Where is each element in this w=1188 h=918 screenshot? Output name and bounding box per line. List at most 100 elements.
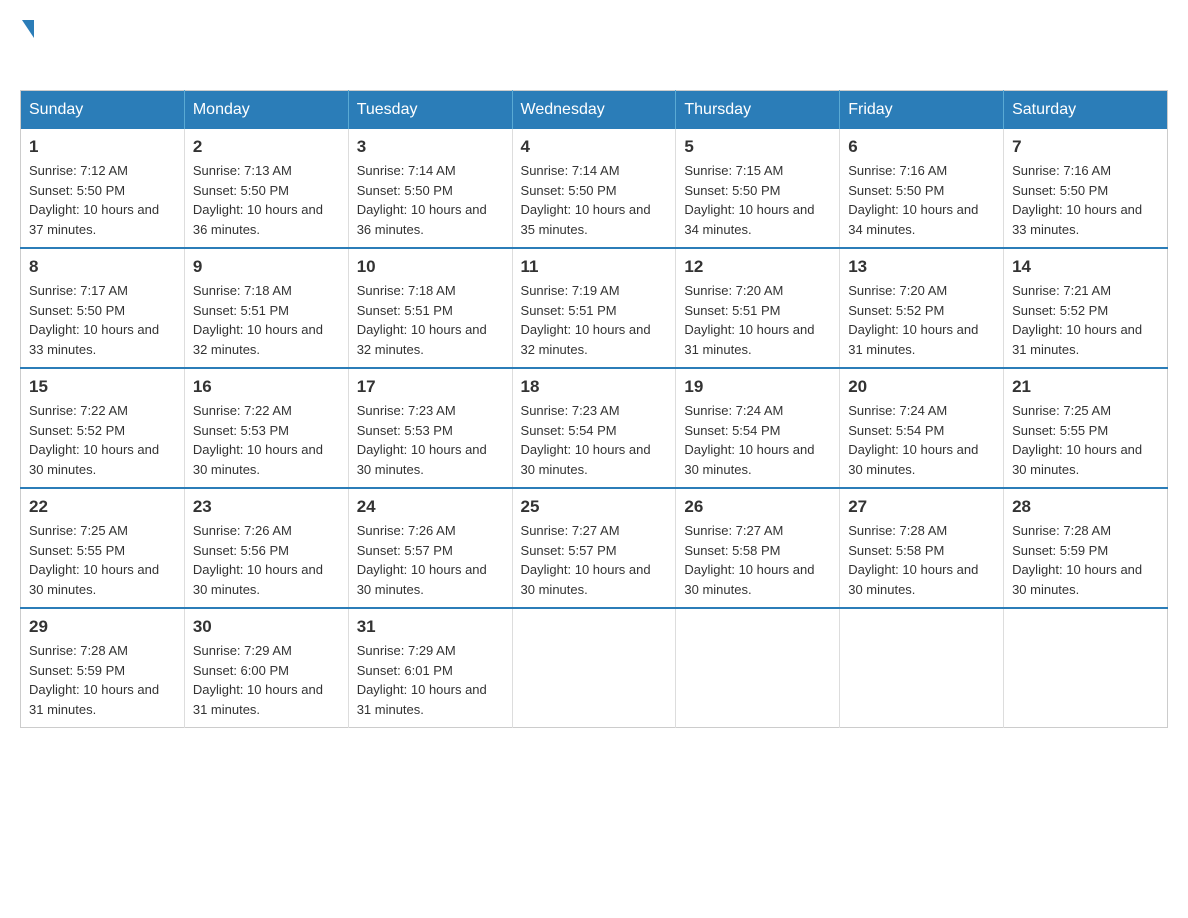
day-info: Sunrise: 7:28 AMSunset: 5:59 PMDaylight:… xyxy=(1012,521,1159,599)
day-number: 16 xyxy=(193,377,340,397)
day-info: Sunrise: 7:20 AMSunset: 5:51 PMDaylight:… xyxy=(684,281,831,359)
calendar-cell: 30Sunrise: 7:29 AMSunset: 6:00 PMDayligh… xyxy=(184,608,348,728)
header-sunday: Sunday xyxy=(21,91,185,130)
header-monday: Monday xyxy=(184,91,348,130)
day-number: 12 xyxy=(684,257,831,277)
header-wednesday: Wednesday xyxy=(512,91,676,130)
calendar-table: SundayMondayTuesdayWednesdayThursdayFrid… xyxy=(20,90,1168,728)
header-thursday: Thursday xyxy=(676,91,840,130)
day-info: Sunrise: 7:15 AMSunset: 5:50 PMDaylight:… xyxy=(684,161,831,239)
day-info: Sunrise: 7:22 AMSunset: 5:52 PMDaylight:… xyxy=(29,401,176,479)
header-friday: Friday xyxy=(840,91,1004,130)
calendar-cell: 15 Sunrise: 7:22 AMSunset: 5:52 PMDayligh… xyxy=(21,368,185,488)
logo xyxy=(20,20,34,70)
day-info: Sunrise: 7:25 AMSunset: 5:55 PMDaylight:… xyxy=(1012,401,1159,479)
calendar-cell xyxy=(840,608,1004,728)
day-info: Sunrise: 7:23 AMSunset: 5:54 PMDaylight:… xyxy=(521,401,668,479)
calendar-cell: 19 Sunrise: 7:24 AMSunset: 5:54 PMDayligh… xyxy=(676,368,840,488)
day-info: Sunrise: 7:22 AMSunset: 5:53 PMDaylight:… xyxy=(193,401,340,479)
day-number: 20 xyxy=(848,377,995,397)
day-number: 9 xyxy=(193,257,340,277)
calendar-cell: 12 Sunrise: 7:20 AMSunset: 5:51 PMDayligh… xyxy=(676,248,840,368)
day-info: Sunrise: 7:18 AMSunset: 5:51 PMDaylight:… xyxy=(357,281,504,359)
header-tuesday: Tuesday xyxy=(348,91,512,130)
day-info: Sunrise: 7:12 AMSunset: 5:50 PMDaylight:… xyxy=(29,161,176,239)
day-info: Sunrise: 7:16 AMSunset: 5:50 PMDaylight:… xyxy=(1012,161,1159,239)
day-number: 3 xyxy=(357,137,504,157)
day-info: Sunrise: 7:28 AMSunset: 5:59 PMDaylight:… xyxy=(29,641,176,719)
day-info: Sunrise: 7:29 AMSunset: 6:01 PMDaylight:… xyxy=(357,641,504,719)
calendar-cell xyxy=(1004,608,1168,728)
calendar-header-row: SundayMondayTuesdayWednesdayThursdayFrid… xyxy=(21,91,1168,130)
calendar-cell: 21 Sunrise: 7:25 AMSunset: 5:55 PMDayligh… xyxy=(1004,368,1168,488)
day-number: 26 xyxy=(684,497,831,517)
day-number: 31 xyxy=(357,617,504,637)
calendar-cell: 16 Sunrise: 7:22 AMSunset: 5:53 PMDayligh… xyxy=(184,368,348,488)
calendar-cell: 6Sunrise: 7:16 AMSunset: 5:50 PMDaylight… xyxy=(840,129,1004,248)
day-number: 27 xyxy=(848,497,995,517)
day-info: Sunrise: 7:20 AMSunset: 5:52 PMDaylight:… xyxy=(848,281,995,359)
calendar-cell: 31 Sunrise: 7:29 AMSunset: 6:01 PMDayligh… xyxy=(348,608,512,728)
day-info: Sunrise: 7:13 AMSunset: 5:50 PMDaylight:… xyxy=(193,161,340,239)
day-number: 21 xyxy=(1012,377,1159,397)
day-number: 14 xyxy=(1012,257,1159,277)
day-number: 29 xyxy=(29,617,176,637)
calendar-cell: 27 Sunrise: 7:28 AMSunset: 5:58 PMDayligh… xyxy=(840,488,1004,608)
calendar-cell: 23Sunrise: 7:26 AMSunset: 5:56 PMDayligh… xyxy=(184,488,348,608)
calendar-cell: 20 Sunrise: 7:24 AMSunset: 5:54 PMDayligh… xyxy=(840,368,1004,488)
day-info: Sunrise: 7:18 AMSunset: 5:51 PMDaylight:… xyxy=(193,281,340,359)
header-saturday: Saturday xyxy=(1004,91,1168,130)
calendar-cell xyxy=(512,608,676,728)
day-info: Sunrise: 7:14 AMSunset: 5:50 PMDaylight:… xyxy=(357,161,504,239)
calendar-week-row: 22 Sunrise: 7:25 AMSunset: 5:55 PMDayligh… xyxy=(21,488,1168,608)
day-info: Sunrise: 7:27 AMSunset: 5:58 PMDaylight:… xyxy=(684,521,831,599)
day-number: 18 xyxy=(521,377,668,397)
day-info: Sunrise: 7:17 AMSunset: 5:50 PMDaylight:… xyxy=(29,281,176,359)
day-number: 15 xyxy=(29,377,176,397)
calendar-cell: 29 Sunrise: 7:28 AMSunset: 5:59 PMDayligh… xyxy=(21,608,185,728)
calendar-cell: 5 Sunrise: 7:15 AMSunset: 5:50 PMDaylight… xyxy=(676,129,840,248)
day-info: Sunrise: 7:27 AMSunset: 5:57 PMDaylight:… xyxy=(521,521,668,599)
calendar-cell: 28 Sunrise: 7:28 AMSunset: 5:59 PMDayligh… xyxy=(1004,488,1168,608)
day-info: Sunrise: 7:14 AMSunset: 5:50 PMDaylight:… xyxy=(521,161,668,239)
day-number: 28 xyxy=(1012,497,1159,517)
day-number: 2 xyxy=(193,137,340,157)
calendar-cell: 2 Sunrise: 7:13 AMSunset: 5:50 PMDaylight… xyxy=(184,129,348,248)
calendar-cell: 14 Sunrise: 7:21 AMSunset: 5:52 PMDayligh… xyxy=(1004,248,1168,368)
day-number: 5 xyxy=(684,137,831,157)
day-info: Sunrise: 7:24 AMSunset: 5:54 PMDaylight:… xyxy=(848,401,995,479)
calendar-cell: 17Sunrise: 7:23 AMSunset: 5:53 PMDayligh… xyxy=(348,368,512,488)
day-info: Sunrise: 7:16 AMSunset: 5:50 PMDaylight:… xyxy=(848,161,995,239)
day-info: Sunrise: 7:28 AMSunset: 5:58 PMDaylight:… xyxy=(848,521,995,599)
day-number: 10 xyxy=(357,257,504,277)
calendar-cell: 13Sunrise: 7:20 AMSunset: 5:52 PMDayligh… xyxy=(840,248,1004,368)
calendar-week-row: 1Sunrise: 7:12 AMSunset: 5:50 PMDaylight… xyxy=(21,129,1168,248)
calendar-cell: 7 Sunrise: 7:16 AMSunset: 5:50 PMDaylight… xyxy=(1004,129,1168,248)
calendar-cell: 9 Sunrise: 7:18 AMSunset: 5:51 PMDaylight… xyxy=(184,248,348,368)
day-info: Sunrise: 7:29 AMSunset: 6:00 PMDaylight:… xyxy=(193,641,340,719)
day-info: Sunrise: 7:26 AMSunset: 5:57 PMDaylight:… xyxy=(357,521,504,599)
day-number: 8 xyxy=(29,257,176,277)
day-number: 22 xyxy=(29,497,176,517)
calendar-cell: 10 Sunrise: 7:18 AMSunset: 5:51 PMDayligh… xyxy=(348,248,512,368)
calendar-cell: 22 Sunrise: 7:25 AMSunset: 5:55 PMDayligh… xyxy=(21,488,185,608)
day-number: 17 xyxy=(357,377,504,397)
calendar-cell: 24Sunrise: 7:26 AMSunset: 5:57 PMDayligh… xyxy=(348,488,512,608)
calendar-week-row: 8 Sunrise: 7:17 AMSunset: 5:50 PMDaylight… xyxy=(21,248,1168,368)
calendar-cell: 26 Sunrise: 7:27 AMSunset: 5:58 PMDayligh… xyxy=(676,488,840,608)
day-number: 4 xyxy=(521,137,668,157)
calendar-week-row: 15 Sunrise: 7:22 AMSunset: 5:52 PMDayligh… xyxy=(21,368,1168,488)
calendar-week-row: 29 Sunrise: 7:28 AMSunset: 5:59 PMDayligh… xyxy=(21,608,1168,728)
day-number: 7 xyxy=(1012,137,1159,157)
day-number: 19 xyxy=(684,377,831,397)
calendar-cell: 18 Sunrise: 7:23 AMSunset: 5:54 PMDayligh… xyxy=(512,368,676,488)
day-info: Sunrise: 7:21 AMSunset: 5:52 PMDaylight:… xyxy=(1012,281,1159,359)
calendar-cell: 8 Sunrise: 7:17 AMSunset: 5:50 PMDaylight… xyxy=(21,248,185,368)
day-info: Sunrise: 7:25 AMSunset: 5:55 PMDaylight:… xyxy=(29,521,176,599)
calendar-cell: 1Sunrise: 7:12 AMSunset: 5:50 PMDaylight… xyxy=(21,129,185,248)
day-info: Sunrise: 7:24 AMSunset: 5:54 PMDaylight:… xyxy=(684,401,831,479)
day-info: Sunrise: 7:19 AMSunset: 5:51 PMDaylight:… xyxy=(521,281,668,359)
day-number: 11 xyxy=(521,257,668,277)
calendar-cell: 4 Sunrise: 7:14 AMSunset: 5:50 PMDaylight… xyxy=(512,129,676,248)
calendar-cell: 11 Sunrise: 7:19 AMSunset: 5:51 PMDayligh… xyxy=(512,248,676,368)
